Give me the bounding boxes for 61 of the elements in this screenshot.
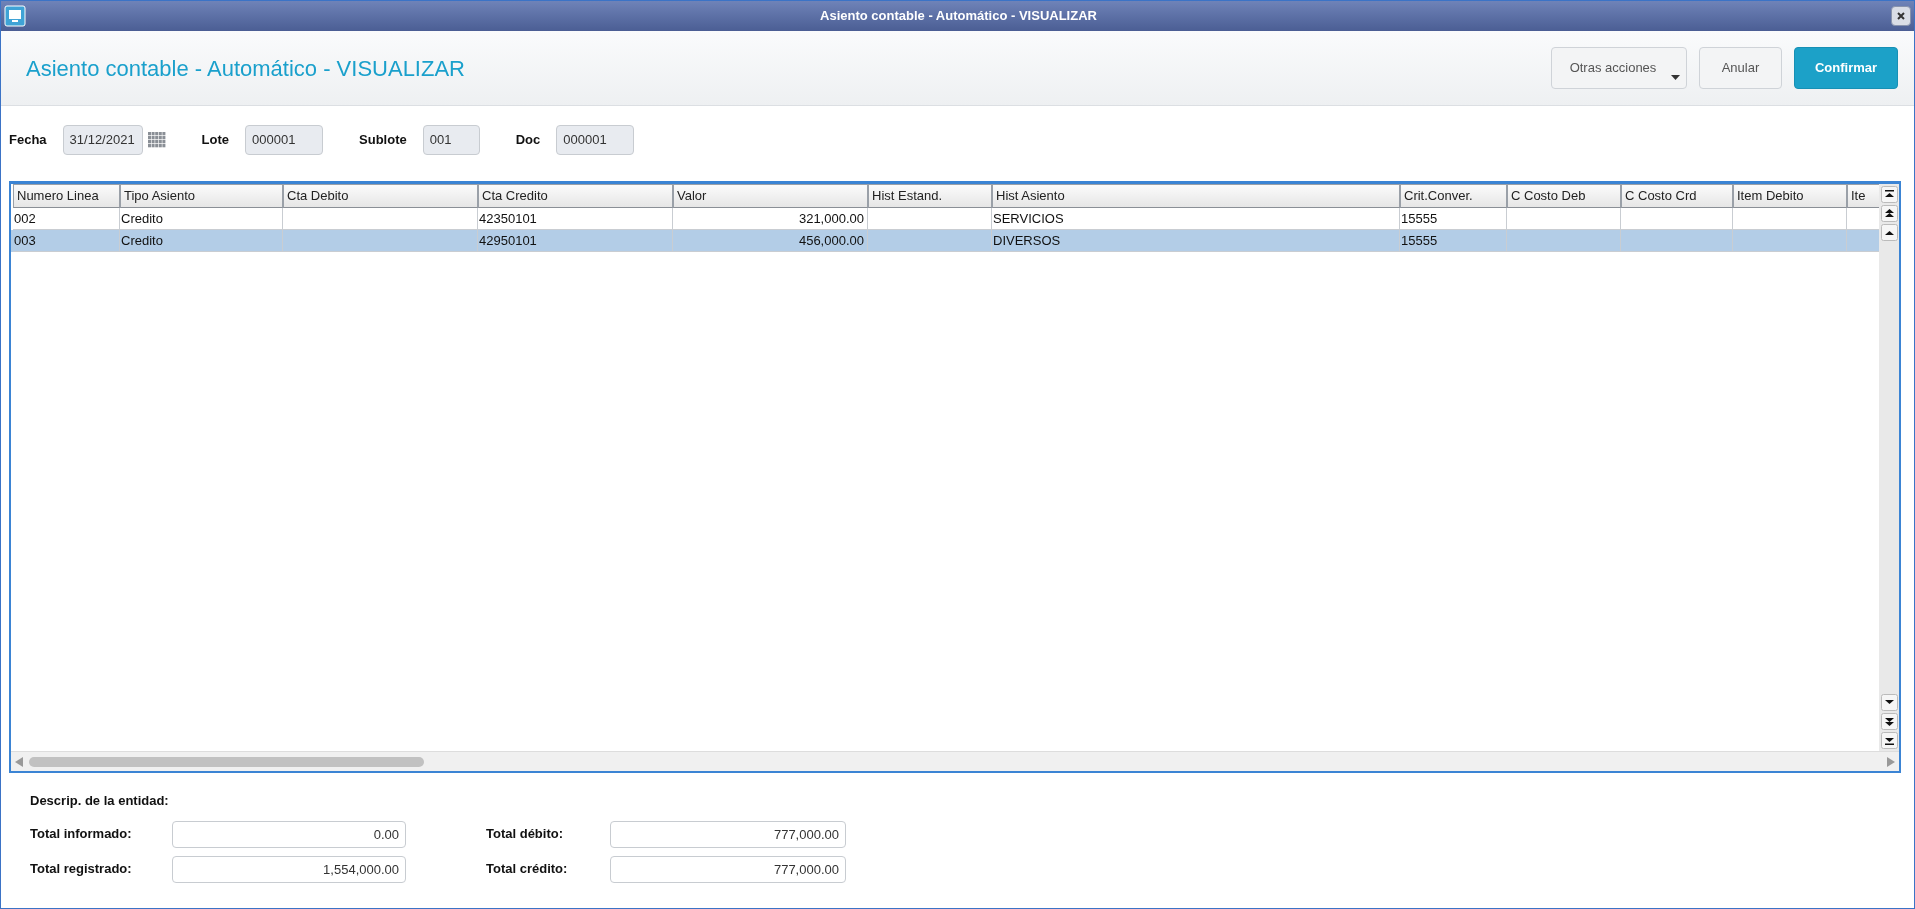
column-header[interactable]: Item Debito [1733,184,1847,208]
close-icon [1897,12,1905,20]
column-header[interactable]: C Costo Deb [1507,184,1621,208]
table-cell: 15555 [1401,233,1438,248]
table-cell: 42950101 [479,233,537,248]
total-field: 777,000.00 [610,820,846,848]
horizontal-scrollbar[interactable] [11,751,1899,771]
field-label: Doc [515,130,541,149]
table-cell: 003 [14,233,36,248]
window-title: Asiento contable - Automático - VISUALIZAR [819,7,1098,26]
description-label: Descrip. de la entidad: [30,792,170,810]
close-button[interactable] [1891,6,1911,26]
column-header[interactable]: Hist Estand. [868,184,992,208]
column-header[interactable]: Ite [1847,184,1879,208]
table-cell: 15555 [1401,211,1438,226]
total-field: 1,554,000.00 [172,855,406,883]
table-cell: SERVICIOS [993,211,1064,226]
text-field[interactable]: 001 [422,124,480,155]
field-label: Lote [201,130,230,149]
text-field[interactable]: 000001 [245,124,324,155]
table-row[interactable]: 003 Credito 42950101 456,000.00 DIVERSOS 15555 [11,230,1879,252]
column-header[interactable]: Tipo Asiento [120,184,283,208]
cancel-button[interactable]: Anular [1699,47,1782,89]
table-cell: Credito [121,233,163,248]
total-field: 0.00 [172,820,406,848]
caret-icon [1671,75,1680,80]
column-header[interactable]: Valor [673,184,868,208]
field-label: Fecha [9,130,47,149]
scroll-top-icon[interactable] [1880,186,1898,203]
column-header[interactable]: Crit.Conver. [1400,184,1507,208]
total-field: 777,000.00 [610,855,846,883]
date-field[interactable]: 31/12/2021 [62,124,143,155]
text-field[interactable]: 000001 [556,124,635,155]
table-cell: DIVERSOS [993,233,1061,248]
table-row[interactable]: 002 Credito 42350101 321,000.00 SERVICIOS 15555 [11,208,1879,230]
page-title: Asiento contable - Automático - VISUALIZAR [26,54,466,83]
total-label: Total débito: [486,825,565,844]
more-actions-button[interactable]: Otras acciones [1551,47,1687,89]
calendar-icon[interactable] [147,131,166,148]
table-cell: Credito [121,211,163,226]
field-label: Sublote [359,130,407,149]
vertical-scrollbar[interactable] [1879,184,1899,751]
column-header[interactable]: Hist Asiento [992,184,1400,208]
total-label: Total crédito: [486,860,569,879]
column-header[interactable]: Numero Linea [13,184,120,208]
table-cell: 42350101 [479,211,537,226]
page-down-icon[interactable] [1880,713,1898,730]
total-label: Total informado: [30,825,133,844]
table-cell: 321,000.00 [798,211,864,226]
column-header[interactable]: Cta Debito [283,184,478,208]
scroll-up-icon[interactable] [1880,224,1898,241]
scroll-down-icon[interactable] [1880,694,1898,711]
total-label: Total registrado: [30,860,133,879]
page-up-icon[interactable] [1880,205,1898,222]
column-header[interactable]: Cta Credito [478,184,673,208]
column-header[interactable]: C Costo Crd [1621,184,1733,208]
scroll-bottom-icon[interactable] [1880,732,1898,749]
table-cell: 002 [14,211,36,226]
table-cell: 456,000.00 [798,233,864,248]
window-icon [4,5,26,27]
scroll-thumb[interactable] [29,756,424,767]
